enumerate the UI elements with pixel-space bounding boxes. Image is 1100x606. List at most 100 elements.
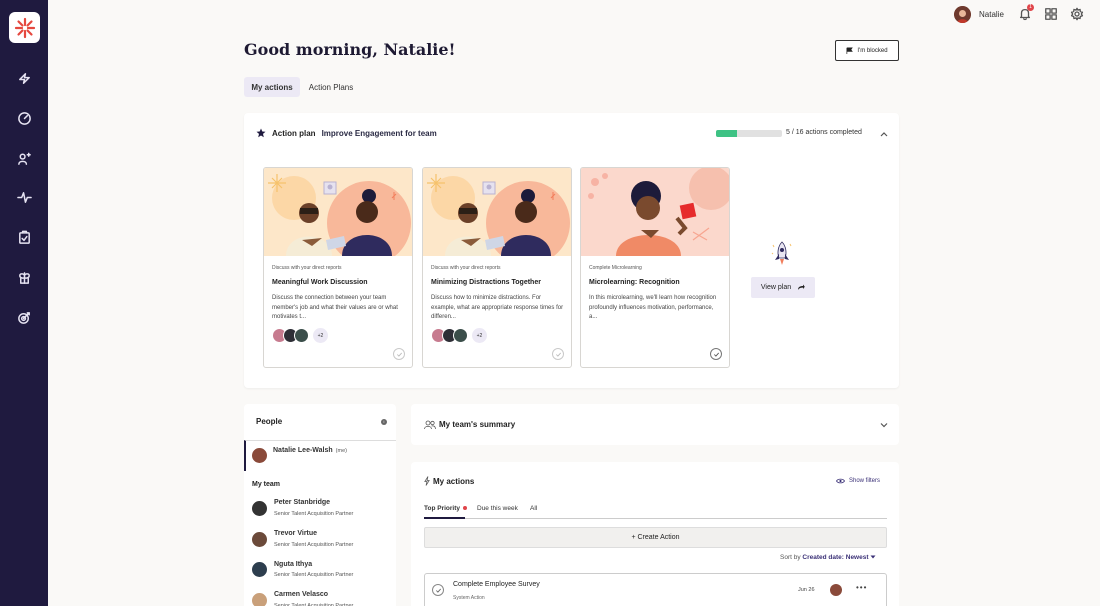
person-name: Nguta Ithya (274, 561, 313, 568)
star-icon (256, 128, 266, 138)
my-actions-title: My actions (433, 477, 475, 486)
share-arrow-icon (798, 284, 805, 290)
caret-down-icon (870, 555, 876, 559)
person-name: Trevor Virtue (274, 530, 318, 537)
avatar (252, 501, 267, 516)
rocket-icon (768, 239, 796, 267)
avatar (252, 448, 267, 463)
card-category: Discuss with your direct reports (431, 265, 501, 271)
action-item-subtitle: System Action (453, 595, 485, 601)
action-plan-header: Action plan Improve Engagement for team (256, 128, 437, 138)
view-plan-label: View plan (760, 284, 792, 291)
avatar (294, 328, 309, 343)
page-title: Good morning, Natalie! (244, 40, 456, 59)
lightning-icon (424, 476, 430, 486)
avatar (453, 328, 468, 343)
flag-icon (846, 47, 854, 54)
avatar (252, 562, 267, 577)
complete-check-icon[interactable] (432, 584, 444, 596)
person-name: Carmen Velasco (274, 591, 329, 598)
nav-gift-icon[interactable] (14, 267, 34, 287)
card-illustration (423, 168, 571, 256)
card-description: Discuss the connection between your team… (272, 295, 398, 321)
avatar (252, 532, 267, 547)
action-item-due: Jun 26 (798, 587, 815, 593)
nav-goals-icon[interactable] (14, 307, 34, 327)
team-icon (424, 420, 436, 430)
create-action-button[interactable]: + Create Action (424, 527, 887, 548)
team-summary-panel[interactable]: My team's summary (411, 404, 899, 445)
tab-action-plans-label: Action Plans (308, 82, 354, 92)
action-plan-name: Improve Engagement for team (321, 128, 437, 138)
show-filters-button[interactable]: Show filters (836, 478, 880, 484)
notification-badge: 1 (1027, 4, 1034, 11)
active-tab-indicator (424, 517, 465, 519)
chevron-up-icon[interactable] (878, 127, 890, 139)
tab-top-priority-label: Top Priority (424, 505, 460, 512)
people-item-me[interactable]: Natalie Lee-Walsh (me) (244, 440, 396, 471)
person-name: Peter Stanbridge (274, 499, 331, 506)
avatar (252, 593, 267, 606)
action-item[interactable]: Complete Employee Survey System Action J… (424, 573, 887, 606)
chevron-down-icon[interactable] (878, 419, 890, 431)
my-team-label: My team (252, 481, 281, 488)
info-icon[interactable]: i (381, 419, 387, 425)
me-name: Natalie Lee-Walsh (273, 447, 333, 454)
card-illustration (264, 168, 412, 256)
person-role: Senior Talent Acquisition Partner (274, 542, 354, 548)
person-role: Senior Talent Acquisition Partner (274, 511, 354, 517)
action-item-title: Complete Employee Survey (453, 581, 540, 588)
im-blocked-button[interactable]: I'm blocked (835, 40, 899, 61)
card-description: Discuss how to minimize distractions. Fo… (431, 295, 564, 321)
card-assignees: +2 (272, 328, 328, 343)
card-description: In this microlearning, we'll learn how r… (589, 295, 717, 321)
tab-top-priority[interactable]: Top Priority (424, 505, 467, 512)
action-plan-panel: Action plan Improve Engagement for team … (244, 113, 899, 388)
nav-clipboard-icon[interactable] (14, 227, 34, 247)
card-category: Discuss with your direct reports (272, 265, 342, 271)
tab-all[interactable]: All (530, 505, 537, 512)
nav-actions-icon[interactable] (14, 68, 34, 88)
view-plan-button[interactable]: View plan (751, 277, 815, 298)
priority-dot (463, 506, 467, 511)
tab-my-actions[interactable]: My actions (244, 77, 300, 97)
more-options-icon[interactable]: ••• (856, 583, 867, 592)
action-card[interactable]: Complete Microlearning Microlearning: Re… (580, 167, 730, 368)
sidebar (0, 0, 48, 606)
action-card[interactable]: Discuss with your direct reports Meaning… (263, 167, 413, 368)
tab-due-this-week[interactable]: Due this week (477, 505, 518, 512)
user-avatar[interactable] (954, 6, 971, 23)
person-role: Senior Talent Acquisition Partner (274, 572, 354, 578)
team-summary-title: My team's summary (439, 420, 516, 429)
people-panel: People i Natalie Lee-Walsh (me) My team P… (244, 404, 396, 606)
card-assignees: +2 (431, 328, 487, 343)
sort-value: Created date: Newest (802, 554, 869, 561)
progress-fill (716, 130, 737, 137)
nav-people-icon[interactable] (14, 148, 34, 168)
complete-check-icon[interactable] (552, 348, 564, 360)
nav-pulse-icon[interactable] (14, 187, 34, 207)
sort-control[interactable]: Sort by Created date: Newest (780, 554, 876, 561)
sort-prefix: Sort by (780, 554, 801, 561)
progress-text: 5 / 16 actions completed (786, 129, 862, 136)
eye-icon (836, 478, 845, 484)
complete-check-icon[interactable] (710, 348, 722, 360)
action-plan-label: Action plan (272, 128, 316, 138)
people-title: People (256, 417, 283, 426)
app-logo[interactable] (9, 12, 40, 43)
user-name[interactable]: Natalie (979, 10, 1004, 19)
card-title: Meaningful Work Discussion (272, 279, 368, 286)
logo-mark-icon (14, 17, 35, 38)
action-card[interactable]: Discuss with your direct reports Minimiz… (422, 167, 572, 368)
nav-dashboard-icon[interactable] (14, 108, 34, 128)
avatar (830, 584, 842, 596)
tab-action-plans[interactable]: Action Plans (300, 77, 362, 97)
apps-grid-icon[interactable] (1044, 7, 1058, 21)
complete-check-icon[interactable] (393, 348, 405, 360)
gear-icon[interactable] (1070, 7, 1084, 21)
more-assignees-badge: +2 (472, 328, 487, 343)
person-name: Natalie Lee-Walsh (me) (273, 447, 347, 454)
action-plan-progress-bar (716, 130, 782, 137)
card-title: Minimizing Distractions Together (431, 279, 541, 286)
me-tag: (me) (335, 448, 347, 454)
